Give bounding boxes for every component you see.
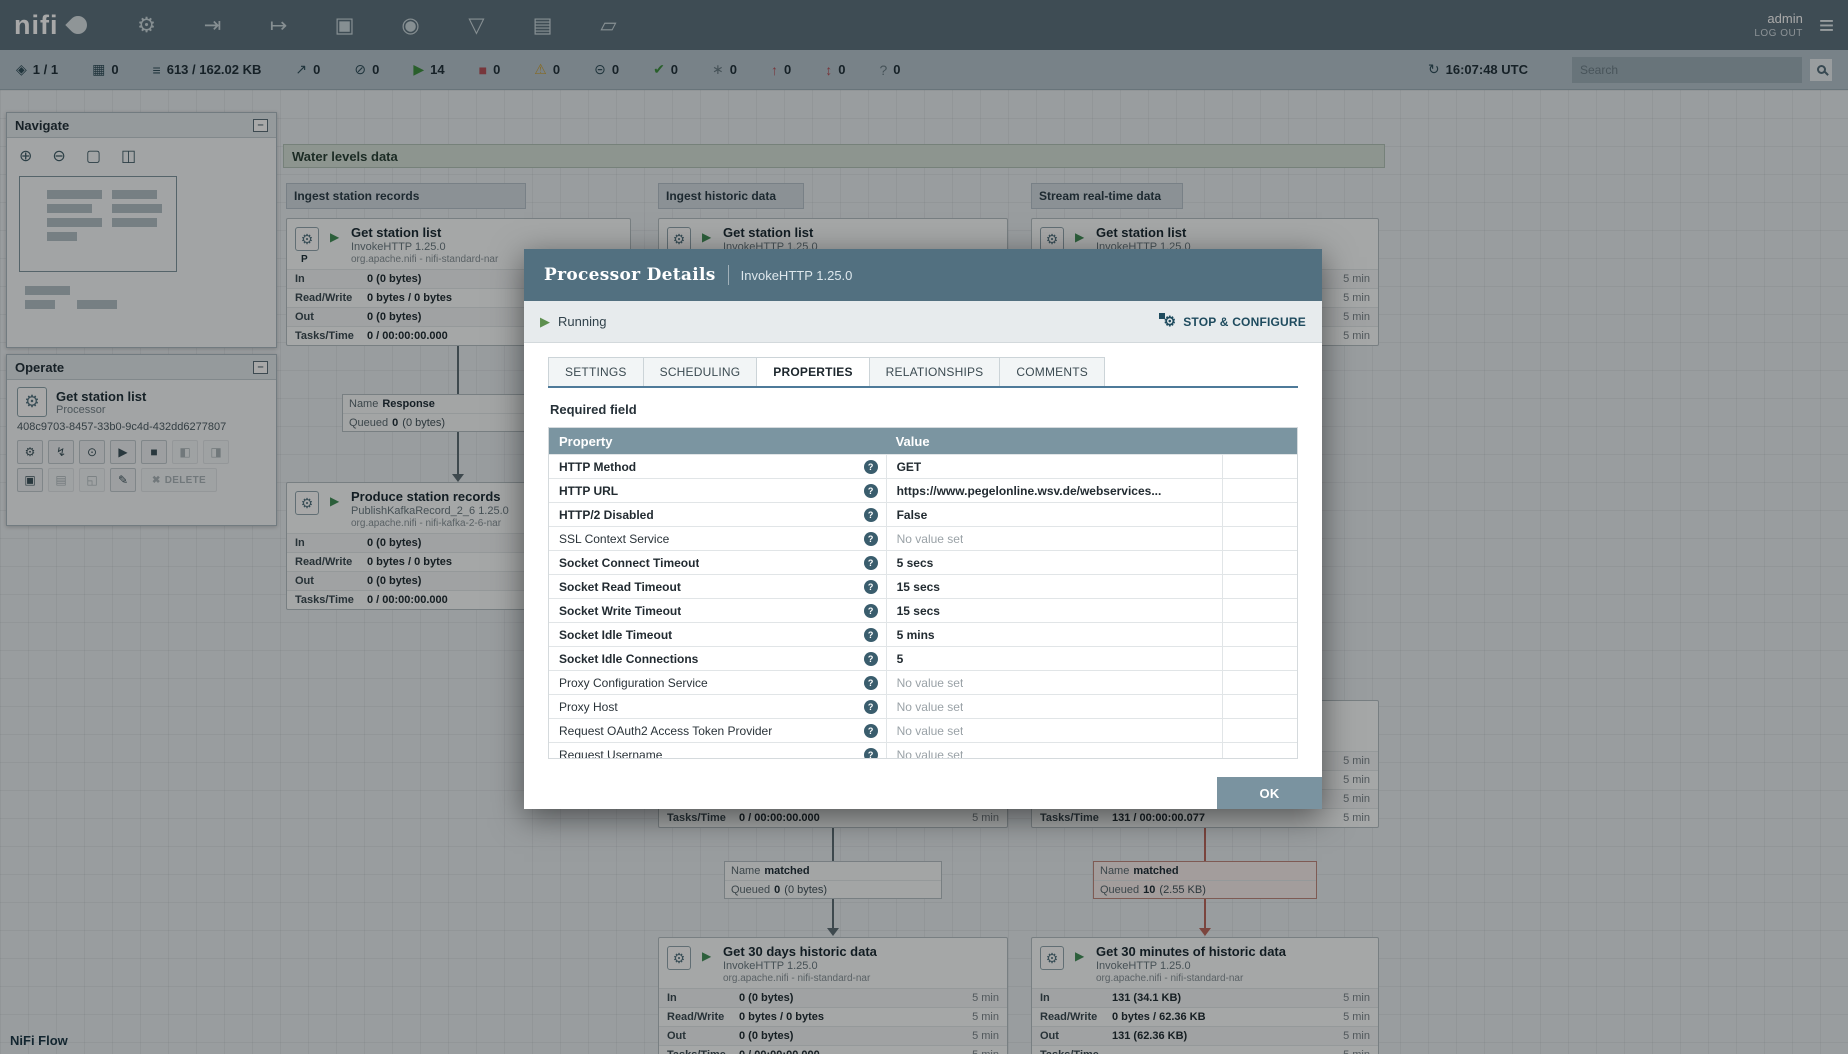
dialog-tabs: SETTINGS SCHEDULING PROPERTIES RELATIONS…	[548, 357, 1298, 388]
help-icon[interactable]: ?	[863, 531, 878, 546]
run-status-label: Running	[558, 314, 607, 329]
property-name: Proxy Host	[559, 699, 618, 714]
property-row[interactable]: SSL Context Service ? No value set	[549, 526, 1297, 550]
help-icon[interactable]: ?	[863, 699, 878, 714]
property-name: Socket Idle Connections	[559, 651, 699, 666]
property-value: False	[896, 507, 928, 522]
property-row[interactable]: Socket Read Timeout ? 15 secs	[549, 574, 1297, 598]
property-value: 5	[896, 651, 904, 666]
property-row[interactable]: Socket Connect Timeout ? 5 secs	[549, 550, 1297, 574]
help-icon[interactable]: ?	[863, 507, 878, 522]
property-column-header: Property	[559, 433, 613, 449]
help-icon[interactable]: ?	[863, 627, 878, 642]
help-icon[interactable]: ?	[863, 483, 878, 498]
help-icon[interactable]: ?	[863, 555, 878, 570]
help-icon[interactable]: ?	[863, 651, 878, 666]
properties-table-header: Property Value	[549, 428, 1297, 454]
property-name: SSL Context Service	[559, 531, 670, 546]
dialog-status-row: ▶ Running ⚙ STOP & CONFIGURE	[524, 301, 1322, 343]
property-name: Socket Write Timeout	[559, 603, 682, 618]
value-column-header: Value	[895, 433, 930, 449]
help-icon[interactable]: ?	[863, 675, 878, 690]
property-value: No value set	[896, 747, 964, 759]
property-row[interactable]: Proxy Host ? No value set	[549, 694, 1297, 718]
help-icon[interactable]: ?	[863, 459, 878, 474]
title-divider	[727, 265, 729, 285]
property-value: GET	[896, 459, 922, 474]
property-value: 15 secs	[896, 579, 940, 594]
property-name: Socket Connect Timeout	[559, 555, 700, 570]
property-row[interactable]: HTTP/2 Disabled ? False	[549, 502, 1297, 526]
dialog-subtitle: InvokeHTTP 1.25.0	[740, 267, 853, 283]
property-row[interactable]: Request OAuth2 Access Token Provider ? N…	[549, 718, 1297, 742]
property-name: HTTP URL	[559, 483, 619, 498]
property-value: No value set	[896, 675, 964, 690]
dialog-header: Processor Details InvokeHTTP 1.25.0	[524, 249, 1322, 301]
help-icon[interactable]: ?	[863, 747, 878, 758]
property-name: Socket Idle Timeout	[559, 627, 673, 642]
help-icon[interactable]: ?	[863, 579, 878, 594]
property-name: Request OAuth2 Access Token Provider	[559, 723, 773, 738]
help-icon[interactable]: ?	[863, 723, 878, 738]
property-value: 5 secs	[896, 555, 934, 570]
processor-details-dialog: Processor Details InvokeHTTP 1.25.0 ▶ Ru…	[524, 249, 1322, 809]
stop-and-configure-button[interactable]: ⚙ STOP & CONFIGURE	[1159, 313, 1306, 330]
property-row[interactable]: Socket Idle Connections ? 5	[549, 646, 1297, 670]
dialog-footer: OK	[524, 777, 1322, 809]
property-value: https://www.pegelonline.wsv.de/webservic…	[896, 483, 1162, 498]
property-name: HTTP/2 Disabled	[559, 507, 654, 522]
property-name: Proxy Configuration Service	[559, 675, 708, 690]
dialog-title: Processor Details	[544, 265, 716, 285]
running-icon: ▶	[540, 313, 550, 329]
property-row[interactable]: Proxy Configuration Service ? No value s…	[549, 670, 1297, 694]
property-value: No value set	[896, 699, 964, 714]
stop-configure-label: STOP & CONFIGURE	[1183, 314, 1306, 329]
property-value: No value set	[896, 531, 964, 546]
stop-configure-icon: ⚙	[1159, 313, 1176, 330]
properties-table: Property Value HTTP Method ? GET HTTP UR…	[548, 427, 1298, 759]
tab[interactable]: PROPERTIES	[757, 357, 870, 386]
dialog-body: SETTINGS SCHEDULING PROPERTIES RELATIONS…	[524, 343, 1322, 777]
property-row[interactable]: HTTP Method ? GET	[549, 454, 1297, 478]
property-name: Socket Read Timeout	[559, 579, 681, 594]
property-row[interactable]: Socket Idle Timeout ? 5 mins	[549, 622, 1297, 646]
property-value: 15 secs	[896, 603, 940, 618]
tab[interactable]: SCHEDULING	[643, 357, 758, 386]
property-name: HTTP Method	[559, 459, 637, 474]
tab[interactable]: COMMENTS	[1000, 357, 1105, 386]
property-row[interactable]: Request Username ? No value set	[549, 742, 1297, 759]
property-name: Request Username	[559, 747, 663, 759]
tab[interactable]: SETTINGS	[548, 357, 644, 386]
tab[interactable]: RELATIONSHIPS	[869, 357, 1001, 386]
nifi-app: nifi ⚙ ⇥ ↦ ▣ ◉ ▽ ▤ ▱ admin LOG OUT ≡ ◈ 1…	[0, 0, 1848, 1054]
ok-button[interactable]: OK	[1217, 777, 1322, 809]
help-icon[interactable]: ?	[863, 603, 878, 618]
property-row[interactable]: HTTP URL ? https://www.pegelonline.wsv.d…	[549, 478, 1297, 502]
property-row[interactable]: Socket Write Timeout ? 15 secs	[549, 598, 1297, 622]
property-value: No value set	[896, 723, 964, 738]
required-field-note: Required field	[550, 402, 637, 417]
property-value: 5 mins	[896, 627, 935, 642]
